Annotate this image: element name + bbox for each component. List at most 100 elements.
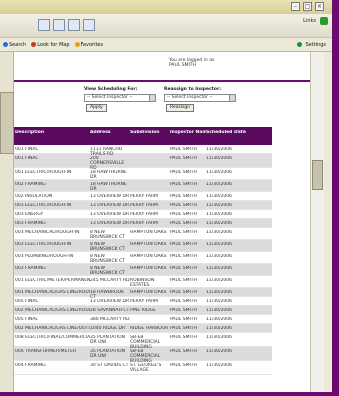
table-row[interactable]: 005 FINAL 13 OVERVIEW DR PERRY FARM PAUL SM… [14,297,272,306]
cell-description: 003 FRAMING [15,266,46,271]
search-toolbar: Search Look for Map Favorites Settings [0,38,332,52]
cell-subdivision: PERRY FARM [130,221,158,226]
back-icon[interactable] [38,19,50,31]
cell-inspector: PAUL SMITH [170,326,197,331]
home-icon[interactable] [83,19,95,31]
window-controls: – □ × [291,2,324,11]
search-label: Search [9,41,27,48]
table-row[interactable]: 002 MECHANICAL/GAS LINE/OUTSIDE1040 RIDG… [14,324,272,333]
table-row[interactable]: 002 FRAMING 18 HAWTHORNE DR PAUL SMITH 11/3… [14,180,272,192]
cell-inspector: PAUL SMITH [170,349,197,354]
forward-icon[interactable] [53,19,65,31]
cell-subdivision: ROBINSON ESTATES [130,278,155,288]
cell-address: 18 HAWTHORNE DR [90,170,127,180]
cell-scheduled-date: 11/30/2006 [206,156,232,161]
cell-scheduled-date: 11/30/2006 [206,212,232,217]
look-for-map-button[interactable]: Look for Map [31,42,70,48]
search-button[interactable]: Search [3,42,26,48]
cell-scheduled-date: 11/30/2006 [206,221,232,226]
cell-scheduled-date: 11/30/2006 [206,299,232,304]
table-row[interactable]: 002 MECHANICAL/GAS LINE/ROUGH 28 SAVANNAH… [14,306,272,315]
table-row[interactable]: 003 FRAMING 8 NEW BRUNSWICK CT HAMPTON OAK… [14,264,272,276]
view-inspector-value: -- Select Inspector -- [87,95,133,100]
header-divider [14,80,324,82]
cell-description: 002 MECHANICAL/GAS LINE/ROUGH [15,308,90,313]
cell-address: 13 OVERVIEW DR [90,299,130,304]
minimize-button[interactable]: – [291,2,300,11]
cell-description: 003 ELECTRIC/ROUGH-IN [15,203,72,208]
table-row[interactable]: 002 INSULATION 13 OVERVIEW DR PERRY FARM PA… [14,192,272,201]
cell-address: 8 NEW BRUNSWICK CT [90,266,125,276]
cell-subdivision: HAMPTON OAKS [130,242,167,247]
cell-scheduled-date: 11/30/2006 [206,230,232,235]
view-inspector-select[interactable]: -- Select Inspector -- [84,94,156,102]
links-label[interactable]: Links [303,18,316,24]
table-row[interactable]: 001 MECHANICAL/GAS LINE/ROUGH 18 HAWBROOK… [14,288,272,300]
favorites-button[interactable]: Favorites [74,42,103,48]
cell-address: 245 MCCARTY RD [90,278,130,283]
panel-grip[interactable] [0,92,14,154]
col-description[interactable]: Description [14,130,90,135]
reassign-button[interactable]: Reassign [166,104,195,112]
cell-inspector: PAUL SMITH [170,363,197,368]
table-row[interactable]: 008 ELECTRIC/FINAL/COMMERCIAL 35 PLANTATI… [14,333,272,350]
cell-description: 003 ELECTRIC/ROUGH-IN [15,242,72,247]
reassign-label: Reassign to Inspector: [164,87,222,92]
apply-button[interactable]: Apply [86,104,107,112]
scroll-thumb[interactable] [312,160,323,190]
settings-label[interactable]: Settings [305,42,326,48]
cell-description: 001 FINAL [15,147,38,152]
cell-description: 003 PLUMBING/ROUGH-IN [15,254,74,259]
col-address[interactable]: Address [90,130,130,135]
col-scheduled-date[interactable]: Scheduled Date [206,130,272,135]
cell-address: 8 NEW BRUNSWICK CT [90,254,125,264]
table-row[interactable]: 001 ELECTRIC/METER/PERMANENT 245 MCCARTY … [14,276,272,288]
table-row[interactable]: 001 FINAL 1111 RANCHO TRAILS RD PAUL SMITH… [14,145,272,157]
cell-address: 35 PLANTATION DR UNI [90,335,126,345]
cell-scheduled-date: 11/30/2006 [206,308,232,313]
cell-description: 004 TRANSFORMER/METER [15,349,77,354]
cell-subdivision: PERRY FARM [130,299,158,304]
cell-inspector: PAUL SMITH [170,242,197,247]
table-row[interactable]: 003 ELECTRIC/ROUGH-IN 13 OVERVIEW DR PERRY… [14,201,272,210]
cell-scheduled-date: 11/30/2006 [206,194,232,199]
vertical-scrollbar[interactable] [310,52,324,392]
table-row[interactable]: 003 PLUMBING/ROUGH-IN 8 NEW BRUNSWICK CT H… [14,252,272,264]
table-row[interactable]: 003 FRAMING 13 OVERVIEW DR PERRY FARM PAUL … [14,219,272,228]
navigation-toolbar: Links [0,14,332,38]
table-row[interactable]: 003 ELECTRIC/ROUGH-IN 8 NEW BRUNSWICK CT H… [14,240,272,252]
close-button[interactable]: × [315,2,324,11]
table-row[interactable]: 004 TRANSFORMER/METER 35 PLANTATION DR UN… [14,347,272,364]
cell-scheduled-date: 11/30/2006 [206,203,232,208]
maximize-button[interactable]: □ [303,2,312,11]
chevron-down-icon [149,95,155,101]
go-icon[interactable] [320,17,328,25]
col-inspector-name[interactable]: Inspector Name [170,130,206,135]
cell-description: 001 ELECTRIC/ROUGH-IN [15,170,72,175]
cell-inspector: PAUL SMITH [170,212,197,217]
col-subdivision[interactable]: Subdivision [130,130,170,135]
cell-address: 35 PLANTATION DR UNI [90,349,126,359]
cell-scheduled-date: 11/30/2006 [206,278,232,283]
cell-scheduled-date: 11/30/2006 [206,182,232,187]
cell-address: 13 OVERVIEW DR [90,194,130,199]
table-row[interactable]: 003 ENERGY 13 OVERVIEW DR PERRY FARM PAUL S… [14,210,272,219]
table-row[interactable]: 005 FINAL 380 MCCARTY RD PAUL SMITH 11/30/2… [14,315,272,324]
cell-inspector: PAUL SMITH [170,194,197,199]
cell-address: 8 NEW BRUNSWICK CT [90,230,125,240]
cell-description: 003 ENERGY [15,212,44,217]
toolbar-right: Settings [297,42,332,48]
cell-address: 13 OVERVIEW DR [90,212,130,217]
table-row[interactable]: 003 MECHANICAL/ROUGH-IN 8 NEW BRUNSWICK C… [14,228,272,240]
table-row[interactable]: 004 FRAMING 30 ST DAVIDS CT ST. GEORGE'S V… [14,361,272,375]
cell-scheduled-date: 11/30/2006 [206,363,232,368]
reassign-inspector-select[interactable]: -- Select Inspector -- [164,94,236,102]
cell-scheduled-date: 11/30/2006 [206,290,232,295]
table-row[interactable]: 001 ELECTRIC/ROUGH-IN 18 HAWTHORNE DR PAUL… [14,168,272,180]
cell-subdivision: HAMPTON OAKS [130,290,167,295]
login-status: You are logged in as PAUL SMITH [169,58,214,68]
refresh-icon[interactable] [68,19,80,31]
table-row[interactable]: 001 FINAL 200 CORNERSVILLE RD PAUL SMITH 11… [14,154,272,171]
cell-subdivision: PERRY FARM [130,194,158,199]
cell-description: 002 INSULATION [15,194,53,199]
